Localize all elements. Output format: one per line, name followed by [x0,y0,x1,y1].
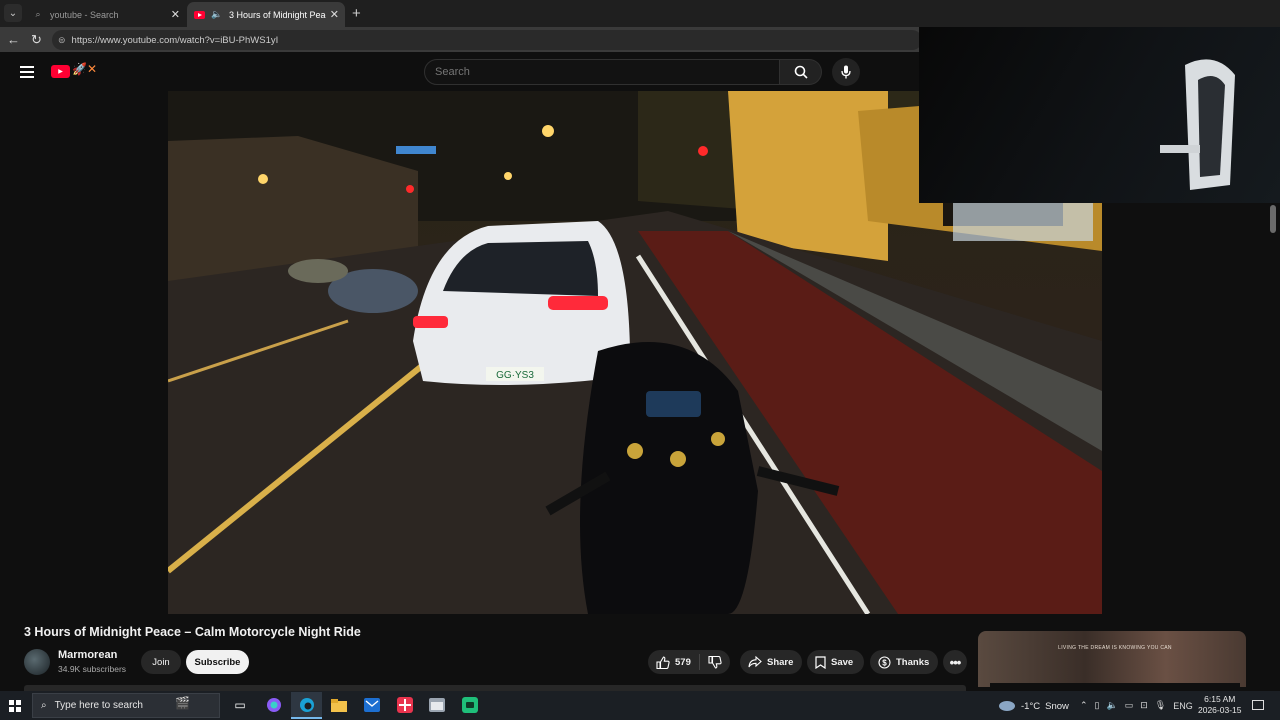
search-icon: ⌕ [35,9,41,19]
windows-start-icon[interactable] [9,700,21,712]
tab-video[interactable]: 🔈 3 Hours of Midnight Peace – C ✕ [187,2,345,27]
search-highlight-icon[interactable]: 🎬 [175,696,190,710]
ad-footer [990,683,1240,691]
page-scrollbar[interactable] [1267,203,1280,686]
thanks-button[interactable]: $ Thanks [870,650,938,674]
display-icon[interactable]: ⊡ [1140,700,1148,711]
tab-title: youtube - Search [50,9,119,20]
taskbar-search-box[interactable]: ⌕ Type here to search [32,693,220,718]
time: 6:15 AM [1204,694,1236,704]
super-thanks-icon: $ [878,655,891,669]
share-icon [748,656,762,668]
tab-title: 3 Hours of Midnight Peace – C [229,9,326,20]
close-tab-icon[interactable]: ✕ [330,8,339,21]
back-arrow-icon[interactable]: ← [7,32,20,47]
weather-temp: -1°C [1021,700,1041,712]
green-app-icon[interactable] [461,696,479,714]
notification-icon[interactable] [1252,700,1264,710]
microphone-icon [841,65,851,79]
sponsored-ad-card[interactable] [978,631,1246,687]
doodle-logo-icon[interactable]: 🚀✕ [72,62,97,76]
join-button[interactable]: Join [141,650,181,674]
youtube-logo[interactable]: ▶ [51,65,70,78]
channel-avatar[interactable] [24,649,50,675]
speaker-icon[interactable]: 🔈 [211,9,223,21]
clock[interactable]: 6:15 AM 2026-03-15 [1198,694,1241,716]
browser-tab-strip: ⌄ ⌕ youtube - Search ✕ 🔈 3 Hours of Midn… [0,0,1280,27]
taskbar-search-placeholder: Type here to search [54,700,143,711]
refresh-icon[interactable]: ↻ [31,32,42,48]
address-bar-row: ← ↻ ⊜ https://www.youtube.com/watch?v=iB… [0,27,922,52]
tab-youtube-search[interactable]: ⌕ youtube - Search ✕ [26,2,186,27]
like-button[interactable]: 579 [648,654,700,670]
search-icon [794,65,808,79]
copilot-icon[interactable] [265,696,283,714]
thumbs-up-icon [656,655,670,669]
tab-list-menu-button[interactable]: ⌄ [4,4,22,22]
share-button[interactable]: Share [740,650,802,674]
save-button[interactable]: Save [807,650,864,674]
share-label: Share [767,656,794,668]
dislike-button[interactable] [700,655,730,669]
system-tray: ⌃ ▯ 🔈 ▭ ⊡ 🎙 ENG [1080,700,1193,711]
weather-widget[interactable]: -1°C Snow [998,700,1069,712]
snow-cloud-icon [999,701,1015,711]
language-indicator[interactable]: ENG [1173,701,1193,711]
chevron-up-icon[interactable]: ⌃ [1080,700,1088,711]
date: 2026-03-15 [1198,705,1242,715]
channel-name[interactable]: Marmorean [58,649,117,661]
microphone-icon[interactable]: 🎙 [1155,700,1166,711]
video-title: 3 Hours of Midnight Peace – Calm Motorcy… [24,625,361,639]
ad-text: LIVING THE DREAM IS KNOWING YOU CAN [1058,645,1172,651]
search-input[interactable] [424,59,780,85]
url-field[interactable]: ⊜ https://www.youtube.com/watch?v=iBU-Ph… [52,30,922,50]
edge-browser-icon[interactable] [298,696,316,714]
search-icon: ⌕ [41,700,47,711]
bookmark-icon [815,655,826,669]
site-info-icon[interactable]: ⊜ [58,35,66,46]
subscriber-count: 34.9K subscribers [58,664,127,674]
scrollbar-thumb[interactable] [1270,205,1276,233]
svg-text:$: $ [882,658,887,667]
volume-icon[interactable]: 🔈 [1107,700,1118,711]
thanks-label: Thanks [896,656,930,668]
task-view-icon[interactable]: ▭ [231,696,249,714]
save-label: Save [831,656,854,668]
new-tab-button[interactable]: + [352,5,361,22]
more-actions-button[interactable]: ••• [943,650,967,674]
url-text: https://www.youtube.com/watch?v=iBU-PhWS… [71,34,279,46]
search-button[interactable] [780,59,822,85]
gift-app-icon[interactable] [396,696,414,714]
battery-icon[interactable]: ▯ [1095,700,1100,711]
gaming-chair-image [1160,59,1235,190]
subscribe-button[interactable]: Subscribe [186,650,249,674]
license-plate: GG·YS3 [496,370,534,381]
youtube-favicon-icon [193,9,205,21]
like-count: 579 [675,656,691,668]
like-dislike-group: 579 [648,650,730,674]
app-window-icon[interactable] [428,696,446,714]
thumbs-down-icon [708,655,722,669]
more-horizontal-icon: ••• [949,654,962,670]
mail-icon[interactable] [363,696,381,714]
close-tab-icon[interactable]: ✕ [171,8,180,21]
file-explorer-icon[interactable] [330,696,348,714]
network-icon[interactable]: ▭ [1125,700,1134,711]
weather-condition: Snow [1045,700,1069,712]
youtube-header: ▶ 🚀✕ [0,52,920,91]
menu-icon[interactable] [20,66,34,81]
voice-search-button[interactable] [832,58,860,86]
